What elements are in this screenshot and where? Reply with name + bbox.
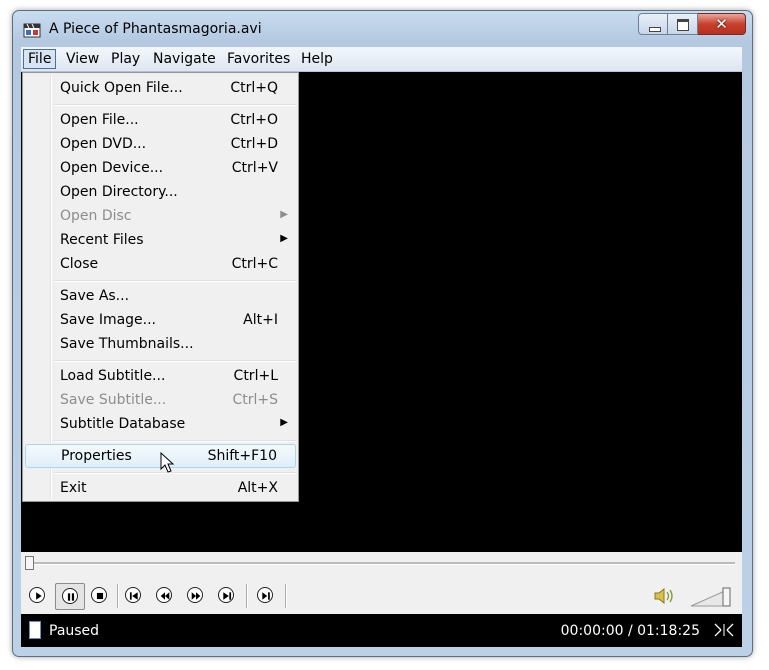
playback-status: Paused (49, 623, 100, 639)
menu-item-label: Open Disc (60, 208, 132, 224)
skip-back-icon (125, 587, 141, 603)
maximize-button[interactable] (668, 13, 698, 35)
menu-item-label: Open Device... (60, 160, 164, 176)
menu-item-shortcut: Ctrl+L (233, 368, 278, 384)
toolbar-separator (246, 584, 248, 608)
menu-item-open-disc: Open Disc ▶ (25, 205, 296, 227)
menu-item-label: Quick Open File... (60, 80, 183, 96)
menu-item-label: Save Thumbnails... (60, 336, 194, 352)
menu-item-open-device[interactable]: Open Device... Ctrl+V (25, 157, 296, 179)
frame-step-icon (257, 587, 273, 603)
menu-bar: File View Play Navigate Favorites Help (21, 47, 742, 72)
menu-item-label: Close (60, 256, 99, 272)
menu-item-shortcut: Ctrl+S (232, 392, 278, 408)
menu-item-save-subtitle: Save Subtitle... Ctrl+S (25, 389, 296, 411)
minimize-button[interactable] (638, 13, 668, 35)
menu-item-label: Subtitle Database (60, 416, 186, 432)
menu-item-open-dvd[interactable]: Open DVD... Ctrl+D (25, 133, 296, 155)
menu-item-label: Recent Files (60, 232, 144, 248)
submenu-arrow-icon: ▶ (280, 417, 288, 428)
close-button[interactable]: ✕ (698, 13, 746, 35)
rewind-icon (156, 587, 172, 603)
speaker-icon[interactable] (653, 587, 677, 605)
menu-separator (53, 104, 296, 106)
submenu-arrow-icon: ▶ (280, 233, 288, 244)
seek-thumb[interactable] (25, 556, 34, 570)
menu-item-shortcut: Shift+F10 (207, 448, 277, 464)
close-icon: ✕ (715, 15, 728, 33)
skip-forward-icon (218, 587, 234, 603)
fullscreen-icon[interactable] (714, 623, 734, 637)
status-bar: Paused 00:00:00 / 01:18:25 (21, 614, 742, 647)
menu-item-shortcut: Ctrl+Q (230, 80, 278, 96)
play-button[interactable] (25, 583, 51, 609)
stop-icon (91, 587, 107, 603)
next-button[interactable] (214, 583, 240, 609)
fast-forward-button[interactable] (183, 583, 209, 609)
caption-buttons: ✕ (638, 13, 746, 35)
menu-item-recent-files[interactable]: Recent Files ▶ (25, 229, 296, 251)
menu-item-save-thumbnails[interactable]: Save Thumbnails... (25, 333, 296, 355)
menu-item-label: Open File... (60, 112, 139, 128)
menu-item-open-file[interactable]: Open File... Ctrl+O (25, 109, 296, 131)
menu-play[interactable]: Play (107, 50, 144, 68)
previous-button[interactable] (121, 583, 147, 609)
toolbar-separator (285, 584, 287, 608)
file-menu-dropdown: Quick Open File... Ctrl+Q Open File... C… (22, 72, 299, 502)
submenu-arrow-icon: ▶ (280, 209, 288, 220)
title-bar[interactable]: A Piece of Phantasmagoria.avi ✕ (13, 11, 752, 47)
volume-slider[interactable] (689, 586, 733, 608)
playback-toolbar (21, 576, 742, 614)
menu-item-load-subtitle[interactable]: Load Subtitle... Ctrl+L (25, 365, 296, 387)
menu-item-label: Load Subtitle... (60, 368, 166, 384)
menu-item-label: Save Subtitle... (60, 392, 167, 408)
menu-item-open-directory[interactable]: Open Directory... (25, 181, 296, 203)
fast-forward-icon (187, 587, 203, 603)
menu-separator (53, 440, 296, 442)
menu-item-close[interactable]: Close Ctrl+C (25, 253, 296, 275)
menu-item-save-image[interactable]: Save Image... Alt+I (25, 309, 296, 331)
menu-item-quick-open[interactable]: Quick Open File... Ctrl+Q (25, 77, 296, 99)
menu-item-subtitle-database[interactable]: Subtitle Database ▶ (25, 413, 296, 435)
app-icon[interactable] (23, 21, 41, 39)
menu-item-save-as[interactable]: Save As... (25, 285, 296, 307)
menu-item-shortcut: Ctrl+O (230, 112, 278, 128)
file-status-icon (29, 621, 41, 639)
frame-step-button[interactable] (253, 583, 279, 609)
menu-item-label: Save As... (60, 288, 130, 304)
menu-separator (53, 280, 296, 282)
minimize-icon (649, 27, 661, 32)
menu-item-label: Properties (61, 448, 132, 464)
menu-separator (53, 360, 296, 362)
menu-item-label: Open DVD... (60, 136, 147, 152)
menu-favorites[interactable]: Favorites (223, 50, 294, 68)
seek-bar[interactable] (21, 552, 742, 576)
time-display: 00:00:00 / 01:18:25 (560, 623, 700, 639)
menu-file[interactable]: File (23, 49, 57, 69)
menu-navigate[interactable]: Navigate (149, 50, 220, 68)
menu-item-shortcut: Alt+I (243, 312, 278, 328)
seek-track[interactable] (29, 562, 735, 565)
menu-item-label: Exit (60, 480, 87, 496)
mouse-cursor-icon (160, 452, 175, 473)
pause-button[interactable] (55, 583, 85, 610)
menu-help[interactable]: Help (297, 50, 337, 68)
toolbar-separator (117, 584, 119, 608)
pause-icon (62, 588, 78, 604)
maximize-icon (677, 19, 689, 31)
window-title: A Piece of Phantasmagoria.avi (49, 21, 262, 37)
stop-button[interactable] (87, 583, 113, 609)
menu-item-shortcut: Alt+X (237, 480, 278, 496)
menu-item-exit[interactable]: Exit Alt+X (25, 477, 296, 499)
play-icon (29, 587, 45, 603)
menu-item-label: Open Directory... (60, 184, 178, 200)
rewind-button[interactable] (152, 583, 178, 609)
menu-item-shortcut: Ctrl+D (230, 136, 278, 152)
menu-item-shortcut: Ctrl+V (231, 160, 278, 176)
menu-item-shortcut: Ctrl+C (231, 256, 278, 272)
menu-item-label: Save Image... (60, 312, 157, 328)
menu-view[interactable]: View (62, 50, 103, 68)
